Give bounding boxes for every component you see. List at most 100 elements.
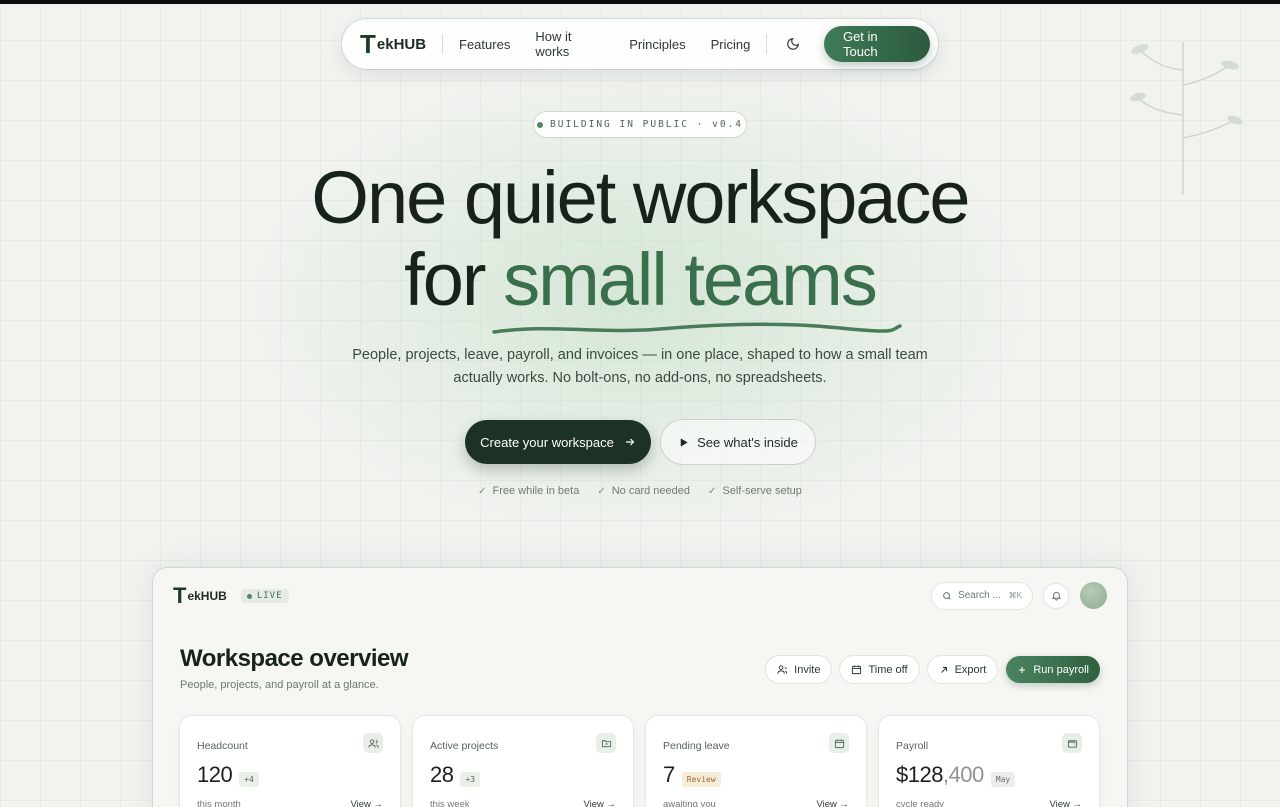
card-value: 120	[197, 762, 233, 787]
get-in-touch-button[interactable]: Get in Touch	[823, 26, 930, 62]
see-inside-button[interactable]: See what's inside	[661, 420, 815, 464]
user-plus-icon	[777, 665, 788, 674]
bell-icon	[1051, 591, 1061, 601]
card-view-link[interactable]: View →	[350, 799, 383, 807]
create-workspace-button[interactable]: Create your workspace	[465, 420, 651, 464]
card-label: Headcount	[197, 740, 248, 752]
check-icon: ✓	[478, 485, 487, 497]
check-icon: ✓	[708, 485, 717, 497]
version-badge: BUILDING IN PUBLIC · v0.4	[534, 112, 746, 137]
card-footnote: awaiting you	[663, 799, 716, 807]
perk-item: ✓ Free while in beta	[478, 485, 579, 497]
see-inside-label: See what's inside	[697, 434, 798, 450]
logo-text: ekHUB	[187, 589, 227, 603]
search-shortcut: ⌘K	[1008, 591, 1022, 600]
folder-icon	[596, 733, 616, 753]
nav-link-pricing[interactable]: Pricing	[711, 37, 751, 52]
export-label: Export	[954, 663, 987, 676]
card-view-link[interactable]: View →	[1049, 799, 1082, 807]
live-badge: LIVE	[240, 589, 289, 603]
perk-list: ✓ Free while in beta ✓ No card needed ✓ Sel…	[0, 485, 1280, 497]
hero-title-prefix: for	[404, 238, 504, 321]
user-avatar[interactable]	[1080, 582, 1107, 609]
search-icon	[943, 591, 951, 600]
users-icon	[363, 733, 383, 753]
card-footnote: cycle ready	[896, 799, 945, 807]
time-off-button[interactable]: Time off	[840, 656, 919, 683]
run-payroll-label: Run payroll	[1033, 663, 1089, 676]
card-tag: May	[990, 772, 1016, 787]
card-value-row: 7 Review	[663, 762, 721, 788]
card-value: 7	[663, 762, 675, 787]
card-footnote: this week	[430, 799, 470, 807]
dashboard-logo[interactable]: T ekHUB	[173, 585, 227, 607]
headcount-card[interactable]: Headcount 120 +4 this month View →	[180, 716, 400, 807]
card-label: Pending leave	[663, 740, 730, 752]
check-icon: ✓	[597, 485, 606, 497]
card-footer: this week View →	[430, 799, 616, 807]
perk-item: ✓ Self-serve setup	[708, 485, 802, 497]
hero-subtitle: People, projects, leave, payroll, and in…	[352, 347, 928, 386]
card-tag: Review	[681, 772, 721, 787]
badge-text: BUILDING IN PUBLIC · v0.4	[550, 119, 743, 130]
card-label: Active projects	[430, 740, 499, 752]
card-footer: cycle ready View →	[896, 799, 1082, 807]
status-dot	[537, 121, 543, 128]
live-label: LIVE	[256, 591, 283, 601]
perk-label: No card needed	[611, 485, 690, 497]
arrow-up-right-icon	[940, 666, 947, 673]
search-input[interactable]: Search ... ⌘K	[932, 582, 1032, 609]
logo-mark: T	[360, 29, 376, 59]
card-view-link[interactable]: View →	[583, 799, 616, 807]
card-label: Payroll	[896, 740, 929, 752]
hero-title-line-2: for small teams	[0, 240, 1280, 320]
active-projects-card[interactable]: Active projects 28 +3 this week View →	[413, 716, 633, 807]
live-dot	[246, 593, 252, 599]
nav-link-principles[interactable]: Principles	[629, 37, 685, 52]
moon-icon	[786, 38, 799, 50]
nav-link-features[interactable]: Features	[459, 37, 510, 52]
dashboard-title: Workspace overview	[180, 645, 409, 672]
stat-cards: Headcount 120 +4 this month View → Activ…	[180, 716, 1099, 807]
logo-mark: T	[173, 583, 187, 608]
brand-logo[interactable]: T ekHUB	[360, 31, 426, 57]
card-footer: this month View →	[197, 799, 383, 807]
dashboard-actions: Invite Time off Export Run payroll	[766, 656, 1100, 683]
play-icon	[680, 437, 688, 447]
invite-label: Invite	[794, 663, 821, 676]
card-value: 28	[430, 762, 454, 787]
payroll-card[interactable]: Payroll $128,400 May cycle ready View →	[879, 716, 1099, 807]
card-value-row: 28 +3	[430, 762, 481, 788]
card-tag: +3	[460, 772, 481, 787]
plus-icon	[1019, 666, 1026, 673]
invite-button[interactable]: Invite	[766, 656, 832, 683]
perk-label: Self-serve setup	[722, 485, 802, 497]
run-payroll-button[interactable]: Run payroll	[1006, 656, 1100, 683]
wallet-icon	[1062, 733, 1082, 753]
card-value: $128,400	[896, 762, 984, 787]
calendar-icon	[852, 665, 862, 675]
search-placeholder: Search ...	[958, 590, 1001, 601]
time-off-label: Time off	[868, 663, 908, 676]
dashboard-header: T ekHUB LIVE	[173, 585, 289, 607]
nav-divider	[766, 34, 768, 54]
logo-text: ekHUB	[376, 35, 427, 53]
dashboard-header-tools: Search ... ⌘K	[932, 582, 1107, 609]
card-footnote: this month	[197, 799, 241, 807]
card-footer: awaiting you View →	[663, 799, 849, 807]
calendar-icon	[829, 733, 849, 753]
nav-link-how-it-works[interactable]: How it works	[535, 29, 604, 59]
export-button[interactable]: Export	[927, 656, 998, 683]
hero-title-line-1: One quiet workspace	[311, 156, 970, 239]
card-value-row: $128,400 May	[896, 762, 1016, 788]
theme-toggle-button[interactable]	[783, 34, 802, 54]
card-view-link[interactable]: View →	[816, 799, 849, 807]
dashboard-subtitle: People, projects, and payroll at a glanc…	[180, 679, 379, 691]
hero-title-accent: small teams	[503, 238, 878, 321]
perk-label: Free while in beta	[492, 485, 580, 497]
window-top-edge	[0, 0, 1280, 4]
dashboard-preview: T ekHUB LIVE Search ... ⌘K Workspace ove…	[153, 568, 1127, 807]
card-tag: +4	[239, 772, 259, 787]
pending-leave-card[interactable]: Pending leave 7 Review awaiting you View…	[646, 716, 866, 807]
notifications-button[interactable]	[1044, 583, 1068, 608]
